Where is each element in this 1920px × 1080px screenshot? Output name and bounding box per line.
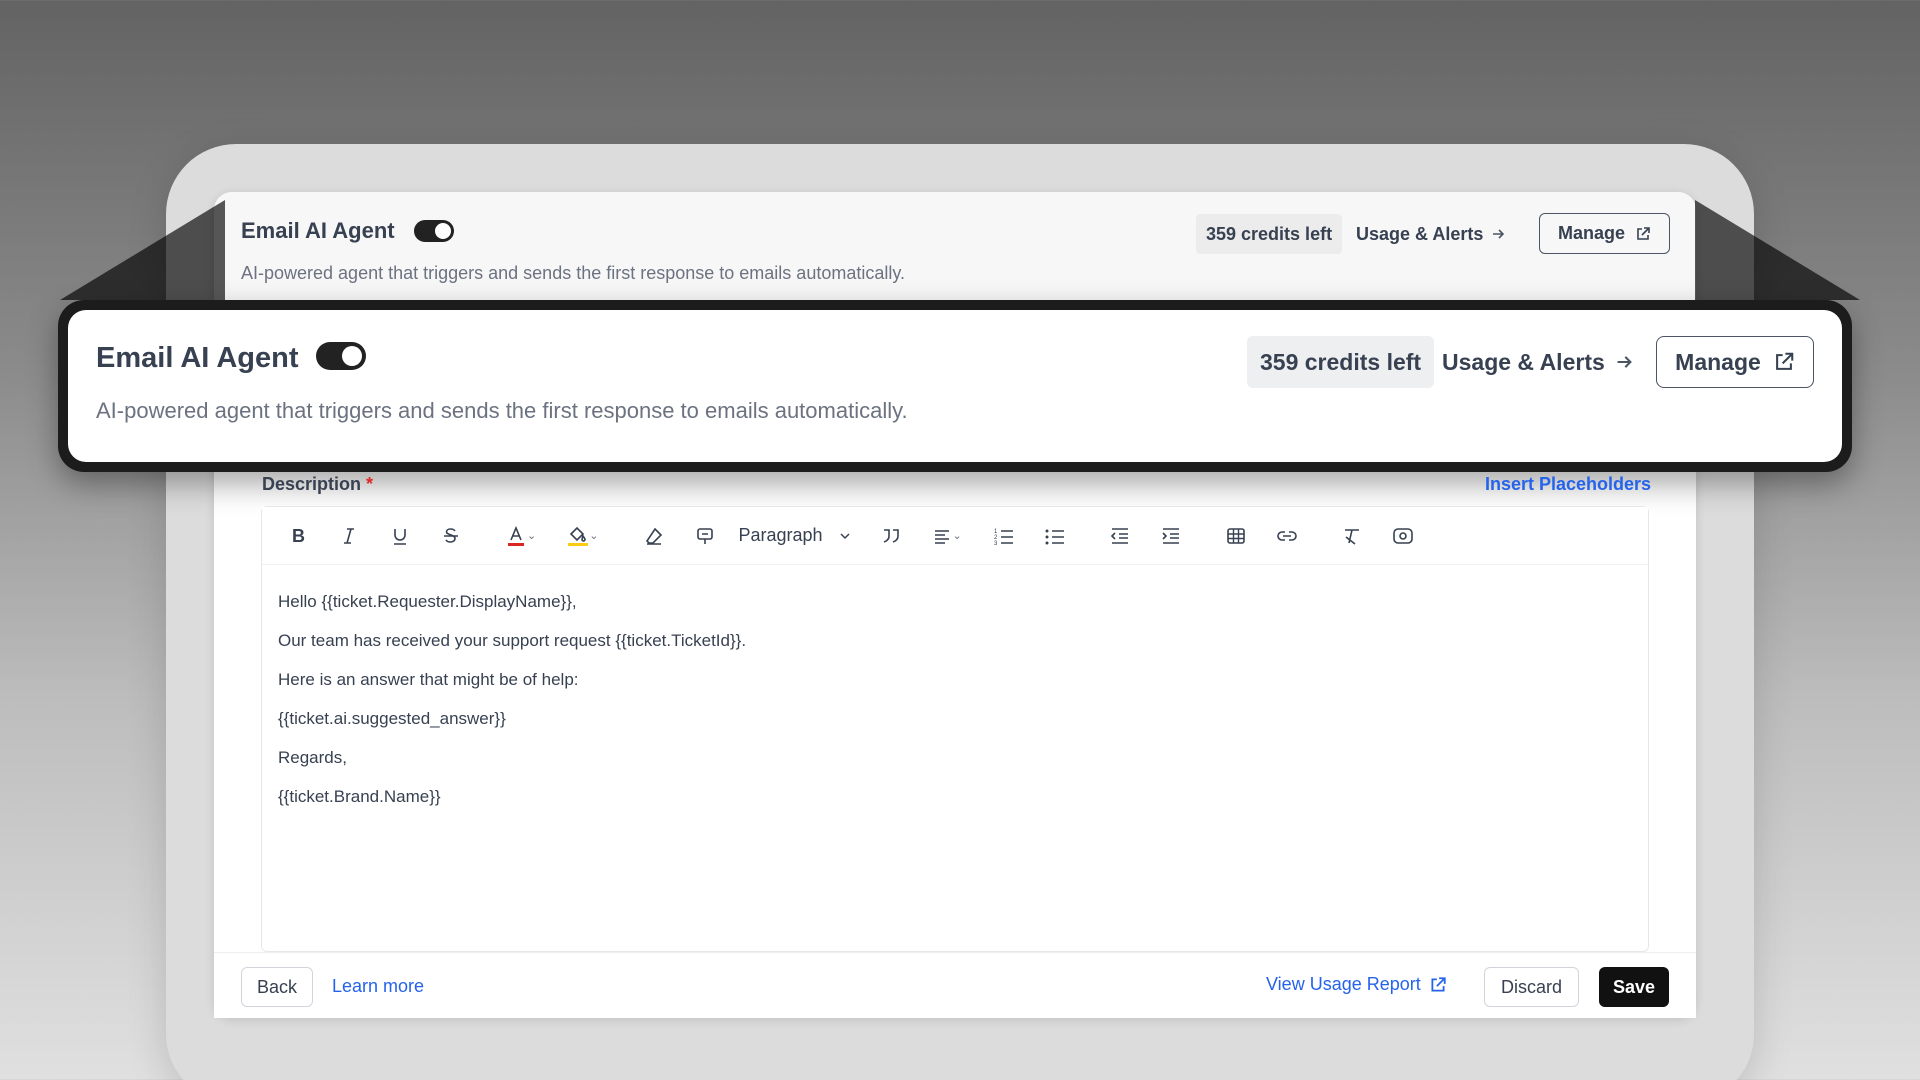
svg-text:B: B bbox=[292, 526, 305, 546]
external-link-icon bbox=[1635, 226, 1651, 242]
rich-text-editor[interactable]: B ⌄ ⌄ Paragraph ⌄ 123 Hello {{ticket.Req… bbox=[261, 506, 1649, 952]
svg-text:3: 3 bbox=[994, 541, 998, 546]
text-color-dropdown-icon[interactable]: ⌄ bbox=[527, 529, 536, 542]
learn-more-link[interactable]: Learn more bbox=[332, 976, 424, 997]
italic-icon[interactable] bbox=[331, 518, 367, 554]
usage-alerts-label: Usage & Alerts bbox=[1442, 348, 1605, 375]
view-usage-report-label: View Usage Report bbox=[1266, 974, 1421, 994]
required-marker: * bbox=[366, 474, 374, 494]
agent-title: Email AI Agent bbox=[241, 218, 395, 243]
manage-label: Manage bbox=[1557, 223, 1626, 243]
bullet-list-icon[interactable] bbox=[1037, 518, 1073, 554]
align-dropdown-icon[interactable]: ⌄ bbox=[953, 529, 962, 542]
footer-bar bbox=[214, 952, 1696, 1018]
preview-icon[interactable] bbox=[1385, 518, 1421, 554]
outdent-icon[interactable] bbox=[1102, 518, 1138, 554]
editor-line: Our team has received your support reque… bbox=[278, 631, 747, 650]
credits-badge: 359 credits left bbox=[1196, 214, 1343, 254]
paragraph-style-label: Paragraph bbox=[738, 525, 823, 545]
manage-label: Manage bbox=[1675, 348, 1761, 375]
description-label-text: Description bbox=[262, 474, 362, 494]
toggle-knob bbox=[342, 346, 362, 366]
paragraph-style-select[interactable]: Paragraph bbox=[738, 525, 850, 546]
external-link-icon bbox=[1429, 976, 1447, 994]
zoom-shadow-left bbox=[60, 200, 225, 300]
credits-badge-zoom: 359 credits left bbox=[1247, 336, 1435, 388]
usage-alerts-label: Usage & Alerts bbox=[1356, 223, 1484, 244]
indent-icon[interactable] bbox=[1153, 518, 1189, 554]
underline-icon[interactable] bbox=[382, 518, 418, 554]
bold-icon[interactable]: B bbox=[280, 518, 316, 554]
link-icon[interactable] bbox=[1269, 518, 1305, 554]
editor-line: Regards, bbox=[278, 748, 347, 767]
editor-content[interactable]: Hello {{ticket.Requester.DisplayName}}, … bbox=[262, 565, 1648, 833]
agent-toggle[interactable] bbox=[414, 220, 454, 242]
manage-button-zoom[interactable]: Manage bbox=[1656, 336, 1814, 388]
external-link-icon bbox=[1773, 351, 1795, 373]
editor-line: {{ticket.ai.suggested_answer}} bbox=[278, 709, 506, 728]
format-painter-icon[interactable] bbox=[687, 518, 723, 554]
discard-button[interactable]: Discard bbox=[1484, 967, 1579, 1007]
toggle-track[interactable] bbox=[316, 342, 366, 370]
highlight-dropdown-icon[interactable]: ⌄ bbox=[589, 529, 598, 542]
agent-header-zoom: Email AI Agent AI-powered agent that tri… bbox=[58, 300, 1852, 472]
blockquote-icon[interactable] bbox=[873, 518, 909, 554]
usage-alerts-link-zoom[interactable]: Usage & Alerts bbox=[1442, 336, 1633, 388]
agent-toggle-zoom[interactable] bbox=[316, 342, 366, 370]
ordered-list-icon[interactable]: 123 bbox=[986, 518, 1022, 554]
agent-title-zoom: Email AI Agent bbox=[96, 342, 299, 374]
usage-alerts-link[interactable]: Usage & Alerts bbox=[1356, 214, 1505, 254]
agent-header-background: Email AI Agent AI-powered agent that tri… bbox=[214, 192, 1696, 302]
arrow-right-icon bbox=[1615, 353, 1633, 371]
description-label: Description * bbox=[262, 474, 373, 495]
toggle-knob bbox=[435, 223, 451, 239]
insert-placeholders-link[interactable]: Insert Placeholders bbox=[1485, 474, 1651, 495]
manage-button[interactable]: Manage bbox=[1539, 213, 1670, 254]
editor-toolbar: B ⌄ ⌄ Paragraph ⌄ 123 bbox=[262, 507, 1648, 565]
eraser-icon[interactable] bbox=[636, 518, 672, 554]
editor-line: Here is an answer that might be of help: bbox=[278, 670, 579, 689]
agent-description-zoom: AI-powered agent that triggers and sends… bbox=[96, 398, 908, 423]
agent-header-zoom-content: Email AI Agent AI-powered agent that tri… bbox=[68, 310, 1842, 462]
clear-format-icon[interactable] bbox=[1334, 518, 1370, 554]
agent-description: AI-powered agent that triggers and sends… bbox=[241, 263, 906, 283]
editor-line: Hello {{ticket.Requester.DisplayName}}, bbox=[278, 592, 577, 611]
editor-line: {{ticket.Brand.Name}} bbox=[278, 787, 441, 806]
arrow-right-icon bbox=[1491, 227, 1505, 241]
save-button[interactable]: Save bbox=[1599, 967, 1669, 1007]
strikethrough-icon[interactable] bbox=[433, 518, 469, 554]
table-icon[interactable] bbox=[1218, 518, 1254, 554]
back-button[interactable]: Back bbox=[241, 967, 313, 1007]
chevron-down-icon bbox=[839, 530, 851, 542]
zoom-shadow-right bbox=[1695, 200, 1860, 300]
view-usage-report-link[interactable]: View Usage Report bbox=[1266, 974, 1447, 995]
toggle-track[interactable] bbox=[414, 220, 454, 242]
